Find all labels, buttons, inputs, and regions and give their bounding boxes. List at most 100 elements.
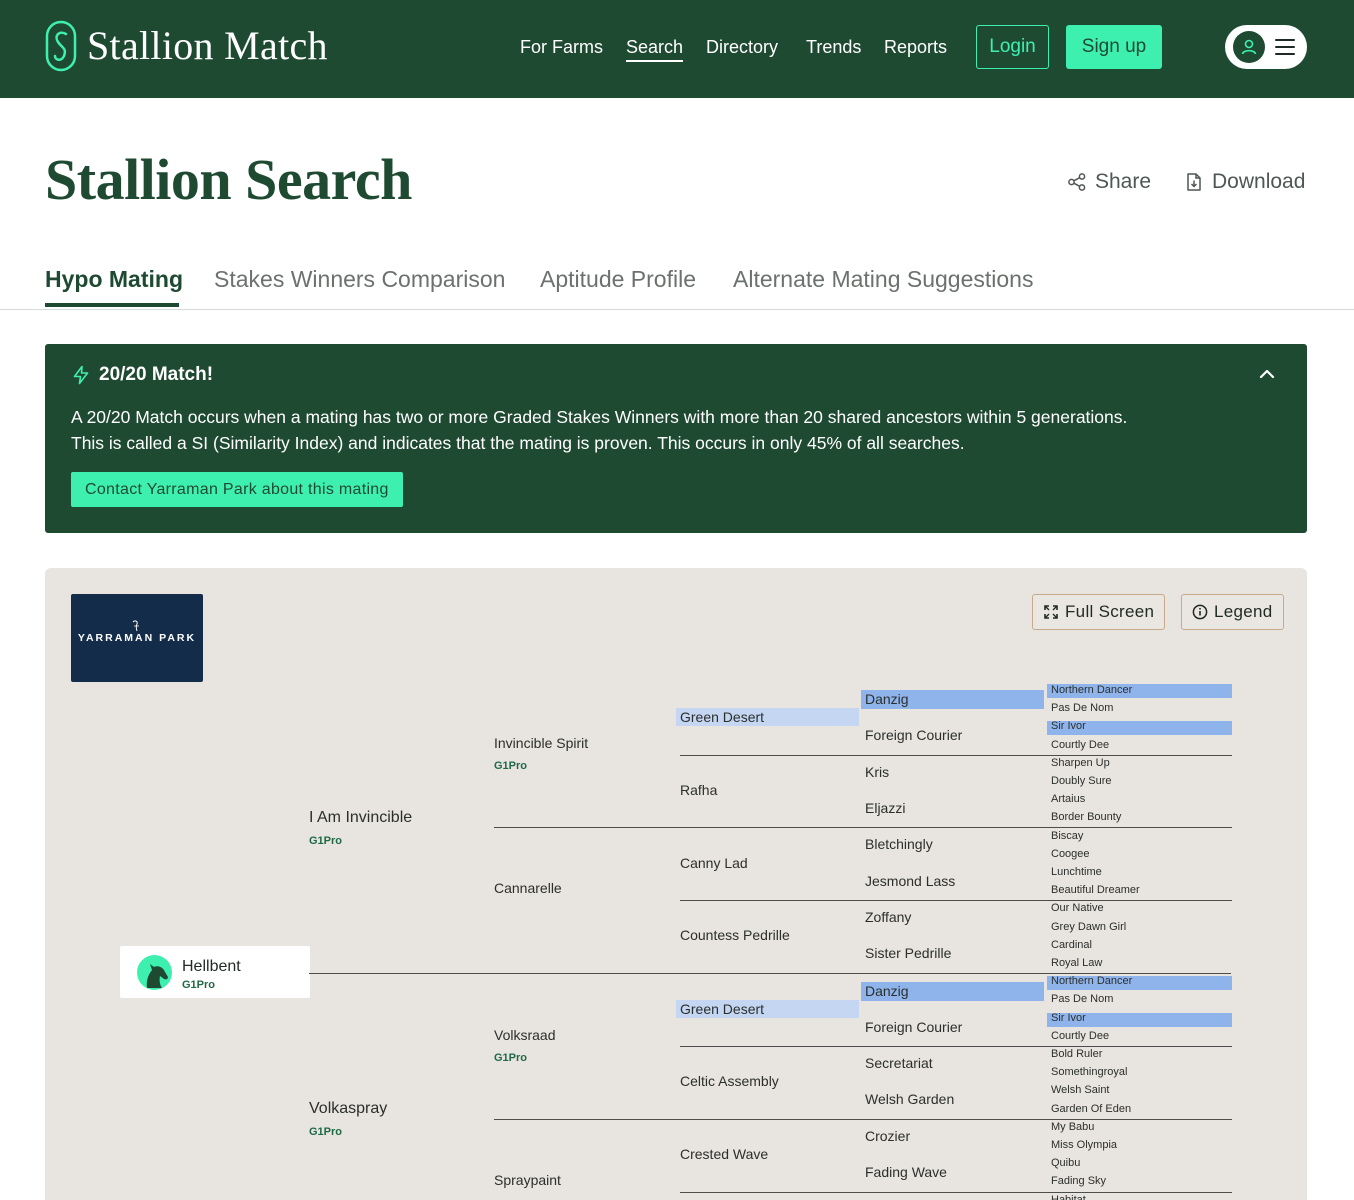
gen1-horse-name[interactable]: Volkaspray [309, 1100, 387, 1118]
gen3-horse-name[interactable]: Green Desert [680, 709, 764, 725]
signup-button[interactable]: Sign up [1066, 25, 1162, 69]
gen5-horse-name[interactable]: Coogee [1051, 848, 1090, 860]
gen5-horse-name[interactable]: My Babu [1051, 1121, 1094, 1133]
gen2-horse-tag: G1Pro [494, 1052, 528, 1064]
pedigree-divider-gen3 [680, 755, 1232, 756]
gen2-horse-name[interactable]: Volksraad [494, 1027, 555, 1043]
gen5-horse-name[interactable]: Courtly Dee [1051, 739, 1109, 751]
gen3-horse-name[interactable]: Rafha [680, 782, 717, 798]
gen5-horse-name[interactable]: Pas De Nom [1051, 702, 1113, 714]
nav-directory[interactable]: Directory [706, 36, 778, 58]
pedigree-divider-gen3 [680, 900, 1232, 901]
gen5-horse-name[interactable]: Border Bounty [1051, 811, 1121, 823]
lightning-icon [73, 365, 89, 385]
banner-line-2: This is called a SI (Similarity Index) a… [71, 433, 965, 453]
subject-horse-name: Hellbent [182, 958, 241, 975]
gen2-horse-name[interactable]: Cannarelle [494, 880, 562, 896]
tab-hypo-mating[interactable]: Hypo Mating [45, 264, 183, 294]
banner-title: 20/20 Match! [71, 363, 213, 387]
gen4-horse-name[interactable]: Secretariat [865, 1055, 933, 1071]
gen5-horse-name[interactable]: Our Native [1051, 902, 1104, 914]
contact-farm-button[interactable]: Contact Yarraman Park about this mating [71, 472, 403, 507]
gen5-horse-name[interactable]: Northern Dancer [1051, 975, 1132, 987]
gen2-horse-name[interactable]: Spraypaint [494, 1172, 561, 1188]
pedigree-divider-gen3 [680, 1046, 1232, 1047]
download-button[interactable]: Download [1184, 168, 1305, 196]
menu-icon [1275, 39, 1295, 55]
tab-aptitude-profile[interactable]: Aptitude Profile [540, 264, 696, 294]
banner-title-text: 20/20 Match! [99, 364, 214, 385]
login-button[interactable]: Login [976, 25, 1049, 69]
nav-reports[interactable]: Reports [884, 36, 947, 58]
pedigree-divider-gen2 [494, 827, 1232, 828]
pedigree-divider-gen2 [494, 1119, 1232, 1120]
gen2-horse-name[interactable]: Invincible Spirit [494, 735, 588, 751]
nav-for-farms[interactable]: For Farms [520, 36, 603, 58]
tab-stakes-winners-comparison[interactable]: Stakes Winners Comparison [214, 264, 505, 294]
nav-trends[interactable]: Trends [806, 36, 861, 58]
gen3-horse-name[interactable]: Green Desert [680, 1001, 764, 1017]
gen1-horse-tag: G1Pro [309, 1126, 343, 1138]
tab-bar: Hypo Mating Stakes Winners Comparison Ap… [0, 262, 1354, 310]
gen5-horse-name[interactable]: Miss Olympia [1051, 1139, 1117, 1151]
gen1-horse-name[interactable]: I Am Invincible [309, 809, 412, 827]
gen5-horse-name[interactable]: Lunchtime [1051, 866, 1102, 878]
download-file-icon [1187, 173, 1201, 191]
tab-alternate-mating-suggestions[interactable]: Alternate Mating Suggestions [733, 264, 1033, 294]
gen5-horse-name[interactable]: Artaius [1051, 793, 1085, 805]
gen4-horse-name[interactable]: Welsh Garden [865, 1091, 954, 1107]
gen1-horse-tag: G1Pro [309, 835, 343, 847]
gen5-horse-name[interactable]: Courtly Dee [1051, 1030, 1109, 1042]
gen4-horse-name[interactable]: Kris [865, 764, 889, 780]
gen5-horse-name[interactable]: Royal Law [1051, 957, 1102, 969]
gen4-horse-name[interactable]: Eljazzi [865, 800, 905, 816]
brand-logo[interactable]: Stallion Match [45, 20, 328, 72]
gen4-horse-name[interactable]: Fading Wave [865, 1164, 947, 1180]
gen5-horse-name[interactable]: Doubly Sure [1051, 775, 1112, 787]
top-navigation-bar: Stallion Match For Farms Search Director… [0, 0, 1354, 98]
gen4-horse-name[interactable]: Danzig [865, 983, 909, 999]
nav-search[interactable]: Search [626, 36, 684, 62]
gen5-horse-name[interactable]: Sharpen Up [1051, 757, 1110, 769]
subject-horse-tag: G1Pro [182, 979, 216, 991]
gen3-horse-name[interactable]: Crested Wave [680, 1146, 768, 1162]
share-icon [1068, 173, 1086, 191]
chevron-up-icon[interactable] [1257, 364, 1277, 384]
gen5-horse-name[interactable]: Quibu [1051, 1157, 1080, 1169]
gen5-horse-name[interactable]: Pas De Nom [1051, 993, 1113, 1005]
gen4-horse-name[interactable]: Foreign Courier [865, 1019, 962, 1035]
share-button[interactable]: Share [1067, 168, 1151, 196]
gen5-horse-name[interactable]: Fading Sky [1051, 1175, 1106, 1187]
pedigree-divider-gen3 [680, 1192, 1232, 1193]
gen2-horse-tag: G1Pro [494, 760, 528, 772]
gen5-horse-name[interactable]: Sir Ivor [1051, 1012, 1086, 1024]
pedigree-panel: YARRAMAN PARK Full Screen Legend Hellben… [45, 568, 1307, 1200]
gen3-horse-name[interactable]: Celtic Assembly [680, 1073, 779, 1089]
match-banner: 20/20 Match! A 20/20 Match occurs when a… [45, 344, 1307, 533]
gen4-horse-name[interactable]: Bletchingly [865, 836, 933, 852]
gen4-horse-name[interactable]: Danzig [865, 691, 909, 707]
gen4-horse-name[interactable]: Sister Pedrille [865, 945, 951, 961]
gen3-horse-name[interactable]: Canny Lad [680, 855, 748, 871]
gen5-horse-name[interactable]: Grey Dawn Girl [1051, 921, 1126, 933]
gen5-horse-name[interactable]: Cardinal [1051, 939, 1092, 951]
user-icon [1233, 31, 1265, 63]
gen4-horse-name[interactable]: Crozier [865, 1128, 910, 1144]
user-menu-button[interactable] [1225, 25, 1307, 69]
horse-head-icon [137, 955, 172, 990]
gen4-horse-name[interactable]: Jesmond Lass [865, 873, 955, 889]
gen5-horse-name[interactable]: Sir Ivor [1051, 720, 1086, 732]
gen5-horse-name[interactable]: Garden Of Eden [1051, 1103, 1131, 1115]
gen5-horse-name[interactable]: Somethingroyal [1051, 1066, 1127, 1078]
gen5-horse-name[interactable]: Beautiful Dreamer [1051, 884, 1140, 896]
gen4-horse-name[interactable]: Foreign Courier [865, 727, 962, 743]
gen5-horse-name[interactable]: Northern Dancer [1051, 684, 1132, 696]
subject-horse-card[interactable]: Hellbent G1Pro [120, 946, 310, 998]
gen5-horse-name[interactable]: Welsh Saint [1051, 1084, 1110, 1096]
gen4-horse-name[interactable]: Zoffany [865, 909, 911, 925]
gen3-horse-name[interactable]: Countess Pedrille [680, 927, 790, 943]
gen5-horse-name[interactable]: Bold Ruler [1051, 1048, 1102, 1060]
banner-description: A 20/20 Match occurs when a mating has t… [71, 404, 1271, 456]
gen5-horse-name[interactable]: Biscay [1051, 830, 1083, 842]
gen5-horse-name[interactable]: Habitat [1051, 1194, 1086, 1200]
